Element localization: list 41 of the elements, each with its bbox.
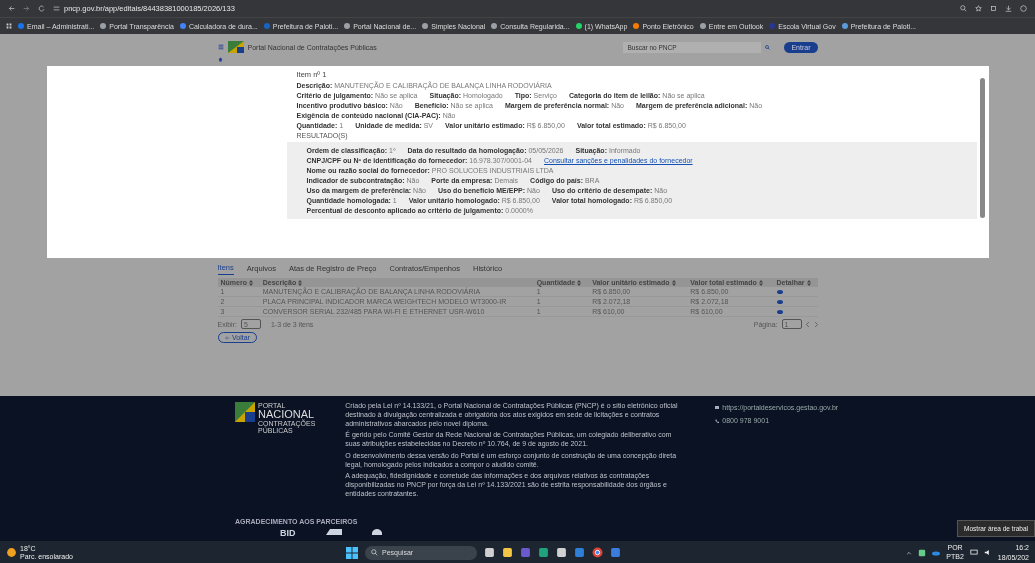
weather-icon[interactable] <box>6 547 17 558</box>
flag-logo-icon <box>235 402 255 422</box>
partner-logo <box>325 529 342 535</box>
mail-icon <box>715 406 720 409</box>
star-icon[interactable] <box>975 5 982 12</box>
reload-icon[interactable] <box>38 5 45 12</box>
home-icon[interactable] <box>217 56 223 62</box>
sort-icon[interactable] <box>806 279 811 286</box>
partner-logo: BID <box>280 529 296 538</box>
sort-icon[interactable] <box>671 279 676 286</box>
flag-logo-icon <box>227 41 244 53</box>
sort-icon[interactable] <box>577 279 582 286</box>
network-icon[interactable] <box>969 549 978 556</box>
search-icon[interactable] <box>765 44 771 50</box>
sort-icon[interactable] <box>248 279 253 286</box>
forward-icon[interactable] <box>23 5 30 12</box>
logo-text: NACIONAL <box>258 409 316 420</box>
next-page-icon[interactable] <box>813 321 818 327</box>
start-icon[interactable] <box>346 546 358 559</box>
profile-icon[interactable] <box>1020 5 1027 12</box>
app-icon[interactable] <box>520 547 531 558</box>
back-icon[interactable] <box>8 5 15 12</box>
menu-icon[interactable] <box>217 44 224 50</box>
zoom-icon[interactable] <box>960 5 967 12</box>
sort-icon[interactable] <box>298 279 303 286</box>
chrome-icon[interactable] <box>592 547 603 558</box>
sort-icon[interactable] <box>758 279 763 286</box>
app-icon[interactable] <box>610 547 621 558</box>
search-icon <box>371 549 378 556</box>
site-settings-icon[interactable] <box>53 5 60 12</box>
extensions-icon[interactable] <box>990 5 997 12</box>
chevron-up-icon[interactable] <box>906 549 913 556</box>
download-icon[interactable] <box>1005 5 1012 12</box>
speaker-icon[interactable] <box>983 549 992 556</box>
phone-icon <box>715 418 720 423</box>
previous-page-icon[interactable] <box>805 321 810 327</box>
apps-icon[interactable] <box>6 23 12 29</box>
cloud-icon[interactable] <box>932 549 941 556</box>
arrow-left-icon <box>225 335 230 340</box>
partner-logo <box>371 529 382 535</box>
tray-app-icon[interactable] <box>918 548 927 557</box>
